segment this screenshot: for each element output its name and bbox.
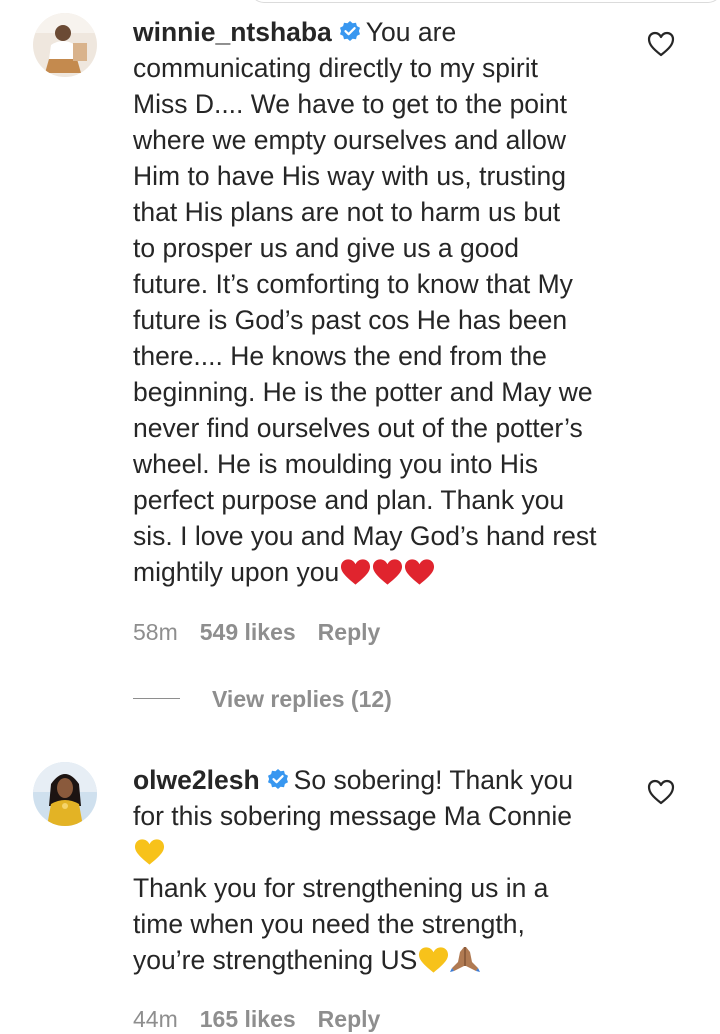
- comment-meta: 44m 165 likes Reply: [133, 1004, 402, 1034]
- red-heart-icon: [340, 558, 371, 586]
- comment-text: olwe2lesh So sobering! Thank you for this…: [133, 762, 623, 978]
- comment-text-line: where we empty ourselves and allow: [133, 125, 567, 155]
- comment-text-line: time when you need the strength,: [133, 909, 525, 939]
- top-divider: [0, 0, 720, 4]
- verified-badge-icon: [266, 768, 290, 792]
- comment-meta: 58m 549 likes Reply: [133, 617, 402, 647]
- comment-text-line: to prosper us and give us a good: [133, 233, 519, 263]
- comment-time: 58m: [133, 619, 178, 645]
- likes-count[interactable]: 549 likes: [200, 619, 296, 645]
- avatar[interactable]: [33, 13, 97, 77]
- comment-text-line: that His plans are not to harm us but: [133, 197, 561, 227]
- like-heart-icon[interactable]: [647, 779, 675, 805]
- comment-text-line: you’re strengthening US: [133, 945, 418, 975]
- like-heart-icon[interactable]: [647, 31, 675, 57]
- comment-text-line: future is God’s past cos He has been: [133, 305, 568, 335]
- red-heart-icon: [404, 558, 435, 586]
- comment-text-line: beginning. He is the potter and May we: [133, 377, 593, 407]
- username[interactable]: winnie_ntshaba: [133, 17, 332, 47]
- comment-text-line: wheel. He is moulding you into His: [133, 449, 539, 479]
- yellow-heart-icon: [134, 838, 165, 866]
- comment-text-line: So sobering! Thank you: [293, 765, 574, 795]
- comment-text-line: perfect purpose and plan. Thank you: [133, 485, 565, 515]
- comment-text-line: Him to have His way with us, trusting: [133, 161, 566, 191]
- comment-text-line: communicating directly to my spirit: [133, 53, 538, 83]
- avatar[interactable]: [33, 762, 97, 826]
- comment-text: winnie_ntshaba You are communicating dire…: [133, 14, 623, 590]
- reply-button[interactable]: Reply: [318, 1006, 381, 1032]
- verified-badge-icon: [338, 20, 362, 44]
- likes-count[interactable]: 165 likes: [200, 1006, 296, 1032]
- yellow-heart-icon: [418, 946, 449, 974]
- folded-hands-icon: [450, 944, 481, 974]
- comment-text-line: there.... He knows the end from the: [133, 341, 547, 371]
- username[interactable]: olwe2lesh: [133, 765, 260, 795]
- view-replies-button[interactable]: View replies (12): [212, 684, 392, 714]
- red-heart-icon: [372, 558, 403, 586]
- replies-divider: [133, 698, 180, 699]
- comment-time: 44m: [133, 1006, 178, 1032]
- comment-text-line: mightily upon you: [133, 557, 340, 587]
- comment-text-line: sis. I love you and May God’s hand rest: [133, 521, 597, 551]
- comment-text-line: never find ourselves out of the potter’s: [133, 413, 583, 443]
- reply-button[interactable]: Reply: [318, 619, 381, 645]
- comment-text-line: future. It’s comforting to know that My: [133, 269, 573, 299]
- comment-text-line: You are: [365, 17, 457, 47]
- comment-text-line: Thank you for strengthening us in a: [133, 873, 549, 903]
- comment-text-line: for this sobering message Ma Connie: [133, 801, 572, 831]
- comment-text-line: Miss D.... We have to get to the point: [133, 89, 568, 119]
